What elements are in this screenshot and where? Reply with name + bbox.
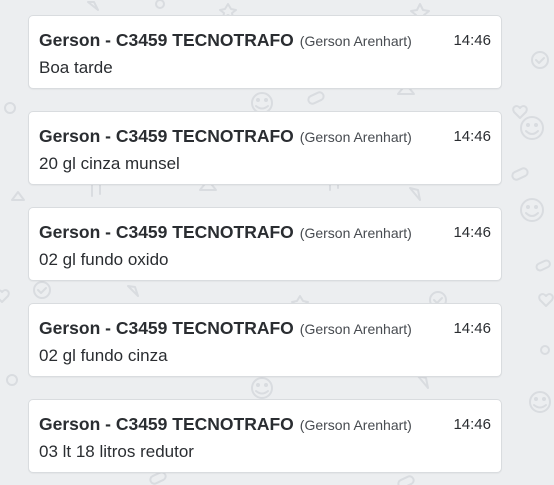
message-sender-name[interactable]: Gerson - C3459 TECNOTRAFO: [39, 222, 294, 242]
message-header: Gerson - C3459 TECNOTRAFO (Gerson Arenhar…: [39, 126, 491, 148]
message-timestamp: 14:46: [453, 128, 491, 145]
message-sender-alias: (Gerson Arenhart): [299, 321, 412, 337]
message-bubble[interactable]: Gerson - C3459 TECNOTRAFO (Gerson Arenhar…: [28, 207, 502, 281]
message-bubble[interactable]: Gerson - C3459 TECNOTRAFO (Gerson Arenhar…: [28, 303, 502, 377]
message-text: 02 gl fundo oxido: [39, 250, 169, 269]
message-sender-alias: (Gerson Arenhart): [299, 417, 412, 433]
message-header: Gerson - C3459 TECNOTRAFO (Gerson Arenhar…: [39, 318, 491, 340]
message-sender-alias: (Gerson Arenhart): [299, 33, 412, 49]
message-bubble[interactable]: Gerson - C3459 TECNOTRAFO (Gerson Arenhar…: [28, 15, 502, 89]
message-timestamp: 14:46: [453, 416, 491, 433]
message-bubble[interactable]: Gerson - C3459 TECNOTRAFO (Gerson Arenhar…: [28, 111, 502, 185]
message-timestamp: 14:46: [453, 224, 491, 241]
message-sender-alias: (Gerson Arenhart): [299, 225, 412, 241]
message-sender-name[interactable]: Gerson - C3459 TECNOTRAFO: [39, 318, 294, 338]
message-timestamp: 14:46: [453, 32, 491, 49]
chat-message-list[interactable]: Gerson - C3459 TECNOTRAFO (Gerson Arenhar…: [0, 0, 554, 485]
message-text: Boa tarde: [39, 58, 113, 77]
message-timestamp: 14:46: [453, 320, 491, 337]
message-sender-name[interactable]: Gerson - C3459 TECNOTRAFO: [39, 126, 294, 146]
message-text: 03 lt 18 litros redutor: [39, 442, 194, 461]
message-bubble[interactable]: Gerson - C3459 TECNOTRAFO (Gerson Arenhar…: [28, 399, 502, 473]
message-sender-name[interactable]: Gerson - C3459 TECNOTRAFO: [39, 30, 294, 50]
message-text: 20 gl cinza munsel: [39, 154, 180, 173]
message-header: Gerson - C3459 TECNOTRAFO (Gerson Arenhar…: [39, 414, 491, 436]
message-sender-alias: (Gerson Arenhart): [299, 129, 412, 145]
message-text: 02 gl fundo cinza: [39, 346, 168, 365]
message-header: Gerson - C3459 TECNOTRAFO (Gerson Arenhar…: [39, 222, 491, 244]
message-header: Gerson - C3459 TECNOTRAFO (Gerson Arenhar…: [39, 30, 491, 52]
message-sender-name[interactable]: Gerson - C3459 TECNOTRAFO: [39, 414, 294, 434]
